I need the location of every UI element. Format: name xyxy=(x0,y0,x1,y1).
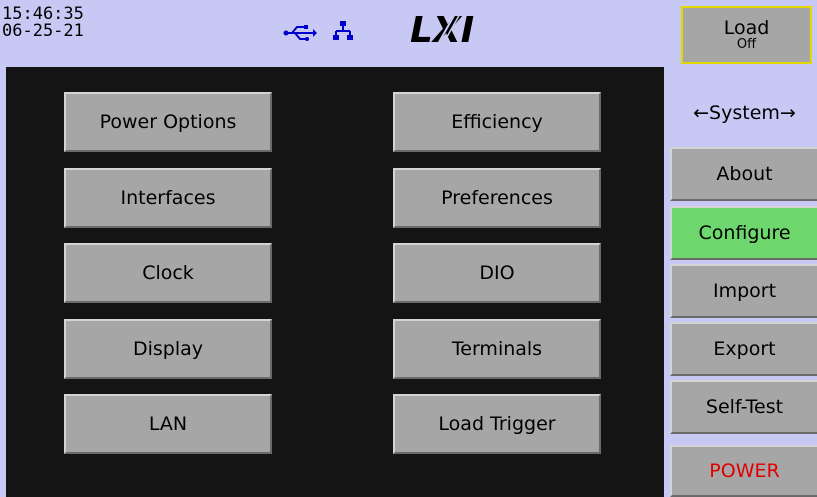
power-button[interactable]: POWER xyxy=(670,445,817,497)
import-button[interactable]: Import xyxy=(670,264,817,318)
preferences-button[interactable]: Preferences xyxy=(393,168,601,228)
about-button[interactable]: About xyxy=(670,147,817,201)
load-toggle-button[interactable]: Load Off xyxy=(681,6,812,64)
status-bar: 15:46:35 06-25-21 LXI xyxy=(0,0,672,67)
configure-button[interactable]: Configure xyxy=(670,206,817,260)
load-state: Off xyxy=(736,37,757,52)
export-button[interactable]: Export xyxy=(670,322,817,376)
date-readout: 06-25-21 xyxy=(2,21,84,41)
system-menu-selector[interactable]: ←System→ xyxy=(672,102,817,124)
self-test-button[interactable]: Self-Test xyxy=(670,380,817,434)
load-title: Load xyxy=(723,17,770,39)
interfaces-button[interactable]: Interfaces xyxy=(64,168,272,228)
clock: 15:46:35 06-25-21 xyxy=(2,6,84,40)
dio-button[interactable]: DIO xyxy=(393,243,601,303)
terminals-button[interactable]: Terminals xyxy=(393,319,601,379)
efficiency-button[interactable]: Efficiency xyxy=(393,92,601,152)
menu-panel: Power Options Interfaces Clock Display L… xyxy=(6,67,664,497)
display-button[interactable]: Display xyxy=(64,319,272,379)
load-trigger-button[interactable]: Load Trigger xyxy=(393,394,601,454)
usb-icon xyxy=(283,25,317,41)
power-options-button[interactable]: Power Options xyxy=(64,92,272,152)
clock-button[interactable]: Clock xyxy=(64,243,272,303)
lxi-logo-text: LXI xyxy=(410,10,474,50)
network-icon xyxy=(333,21,353,40)
lan-button[interactable]: LAN xyxy=(64,394,272,454)
lxi-logo: LXI xyxy=(410,10,474,50)
